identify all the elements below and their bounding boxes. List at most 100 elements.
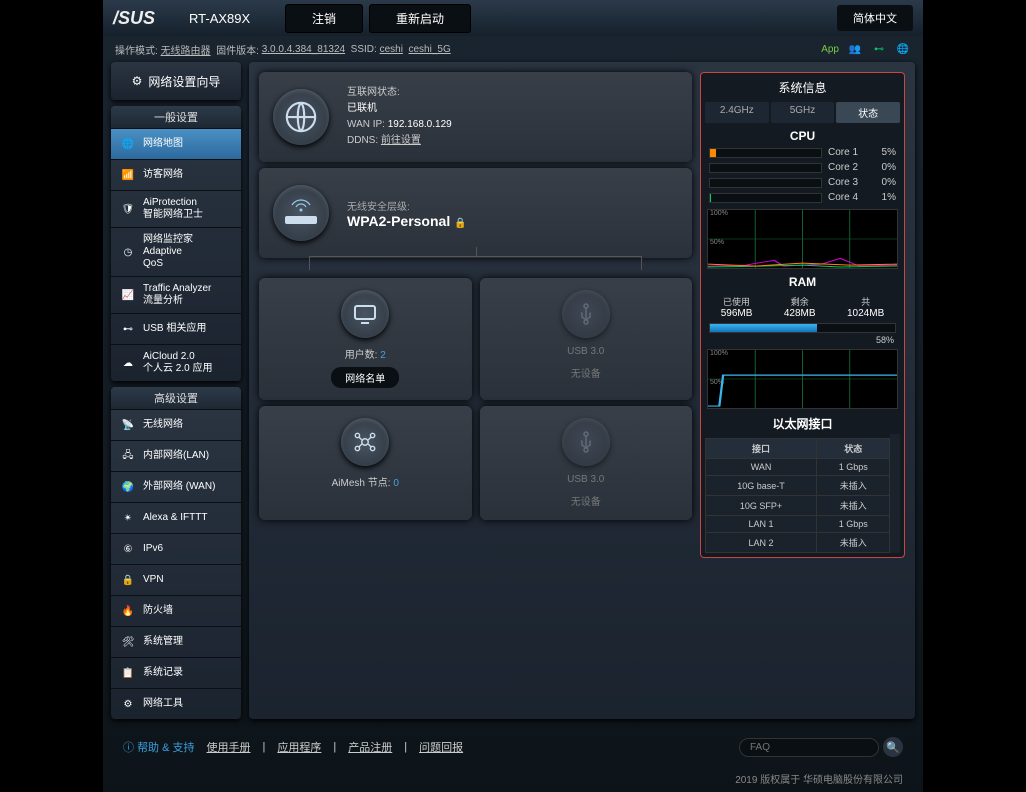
ssid-5g[interactable]: ceshi_5G [409, 44, 451, 55]
faq-search-input[interactable] [739, 738, 879, 757]
ddns-label: DDNS: [347, 135, 378, 146]
ssid-24g[interactable]: ceshi [380, 44, 403, 55]
ipv6-icon: ⑥ [119, 540, 137, 558]
brand-logo: /SUS [113, 8, 183, 29]
multi-user-icon[interactable]: 👥 [847, 41, 863, 57]
security-card[interactable]: 无线安全层级: WPA2-Personal 🔒 [259, 168, 692, 258]
utility-link[interactable]: 应用程序 [277, 739, 321, 755]
internet-status-card[interactable]: 互联网状态: 已联机 WAN IP: 192.168.0.129 DDNS: 前… [259, 72, 692, 162]
gauge-icon: ◷ [119, 243, 137, 261]
menu-alexa[interactable]: ✴Alexa & IFTTT [111, 502, 241, 533]
sysinfo-title: 系统信息 [705, 77, 900, 98]
menu-lan[interactable]: 🖧内部网络(LAN) [111, 440, 241, 471]
wan-ip-value: 192.168.0.129 [388, 119, 452, 130]
ram-free: 428MB [784, 308, 816, 319]
usb-status-icon[interactable]: ⊷ [871, 41, 887, 57]
feedback-link[interactable]: 问题回报 [419, 739, 463, 755]
menu-network-map[interactable]: 🌐网络地图 [111, 128, 241, 159]
menu-vpn[interactable]: 🔒VPN [111, 564, 241, 595]
usb1-card[interactable]: USB 3.0 无设备 [480, 278, 693, 400]
status-bar: 操作模式: 无线路由器 固件版本: 3.0.0.4.384_81324 SSID… [103, 36, 923, 62]
qis-button[interactable]: ⚙ 网络设置向导 [111, 62, 241, 100]
search-button[interactable]: 🔍 [883, 737, 903, 757]
menu-guest-network[interactable]: 📶访客网络 [111, 159, 241, 190]
fw-label: 固件版本: [216, 42, 259, 57]
language-select[interactable]: 简体中文 [837, 5, 913, 31]
help-link[interactable]: ⓘ 帮助 & 支持 [123, 739, 195, 755]
copyright: 2019 版权属于 华硕电脑股份有限公司 [103, 765, 923, 792]
ram-free-label: 剩余 [784, 295, 816, 308]
lock-icon: 🔒 [454, 218, 466, 229]
cloud-icon: ☁ [119, 354, 137, 372]
ddns-link[interactable]: 前往设置 [381, 135, 421, 146]
eth-row: WAN1 Gbps [706, 459, 890, 476]
eth-table: 接口状态 WAN1 Gbps10G base-T未插入10G SFP+未插入LA… [705, 438, 890, 553]
usb-icon-2 [562, 418, 610, 466]
menu-aiprotection[interactable]: 🛡AiProtection 智能网络卫士 [111, 190, 241, 227]
eth-heading: 以太网接口 [705, 413, 900, 434]
logout-button[interactable]: 注销 [285, 4, 363, 33]
usb2-label: USB 3.0 [567, 474, 604, 485]
usb2-status: 无设备 [571, 493, 601, 508]
eth-h2: 状态 [817, 439, 890, 459]
tab-5ghz[interactable]: 5GHz [771, 102, 835, 123]
eth-h1: 接口 [706, 439, 817, 459]
wifi-icon: 📡 [119, 416, 137, 434]
manual-link[interactable]: 使用手册 [207, 739, 251, 755]
eth-row: LAN 2未插入 [706, 533, 890, 553]
cpu-core-row: Core 30% [705, 175, 900, 190]
gear-icon: ⚙ [132, 74, 143, 88]
tab-24ghz[interactable]: 2.4GHz [705, 102, 769, 123]
op-mode-link[interactable]: 无线路由器 [161, 42, 211, 57]
usb1-label: USB 3.0 [567, 346, 604, 357]
tools-icon: ⚙ [119, 695, 137, 713]
ram-bar [709, 323, 896, 333]
reboot-button[interactable]: 重新启动 [369, 4, 471, 33]
eth-scrollbar[interactable] [890, 434, 900, 553]
footer: ⓘ 帮助 & 支持 使用手册| 应用程序| 产品注册| 问题回报 🔍 [103, 729, 923, 765]
menu-admin[interactable]: 🛠系统管理 [111, 626, 241, 657]
fw-link[interactable]: 3.0.0.4.384_81324 [262, 44, 345, 55]
menu-ipv6[interactable]: ⑥IPv6 [111, 533, 241, 564]
aimesh-label: AiMesh 节点: [332, 478, 391, 489]
internet-status-value: 已联机 [347, 101, 452, 117]
top-bar: /SUS RT-AX89X 注销 重新启动 简体中文 [103, 0, 923, 36]
internet-status-icon[interactable]: 🌐 [895, 41, 911, 57]
menu-nettools[interactable]: ⚙网络工具 [111, 688, 241, 719]
cpu-core-row: Core 41% [705, 190, 900, 205]
clients-count: 2 [380, 350, 386, 361]
usb-icon-1 [562, 290, 610, 338]
register-link[interactable]: 产品注册 [348, 739, 392, 755]
cpu-heading: CPU [705, 127, 900, 145]
clients-card[interactable]: 用户数: 2 网络名单 [259, 278, 472, 400]
ram-used: 596MB [721, 308, 753, 319]
menu-firewall[interactable]: 🔥防火墙 [111, 595, 241, 626]
log-icon: 📋 [119, 664, 137, 682]
menu-traffic-analyzer[interactable]: 📈Traffic Analyzer 流量分析 [111, 276, 241, 313]
menu-wireless[interactable]: 📡无线网络 [111, 409, 241, 440]
ram-heading: RAM [705, 273, 900, 291]
client-list-button[interactable]: 网络名单 [331, 367, 399, 388]
menu-usb[interactable]: ⊷USB 相关应用 [111, 313, 241, 344]
op-mode-label: 操作模式: [115, 42, 158, 57]
qis-label: 网络设置向导 [148, 73, 220, 90]
tab-status[interactable]: 状态 [836, 102, 900, 123]
globe-big-icon [273, 89, 329, 145]
system-info-panel: 系统信息 2.4GHz 5GHz 状态 CPU Core 15%Core 20%… [700, 72, 905, 558]
router-icon [273, 185, 329, 241]
menu-qos[interactable]: ◷网络监控家 Adaptive QoS [111, 227, 241, 276]
usb2-card[interactable]: USB 3.0 无设备 [480, 406, 693, 520]
cpu-graph: 100%50% [707, 209, 898, 269]
monitor-icon [341, 290, 389, 338]
ram-graph: 100%50% [707, 349, 898, 409]
aimesh-card[interactable]: AiMesh 节点: 0 [259, 406, 472, 520]
menu-aicloud[interactable]: ☁AiCloud 2.0 个人云 2.0 应用 [111, 344, 241, 381]
internet-status-label: 互联网状态: [347, 85, 452, 101]
globe-icon: 🌐 [119, 135, 137, 153]
menu-wan[interactable]: 🌍外部网络 (WAN) [111, 471, 241, 502]
advanced-title: 高级设置 [111, 387, 241, 409]
clients-label: 用户数: [345, 350, 378, 361]
lan-icon: 🖧 [119, 447, 137, 465]
ram-total: 1024MB [847, 308, 884, 319]
app-link[interactable]: App [821, 41, 839, 57]
